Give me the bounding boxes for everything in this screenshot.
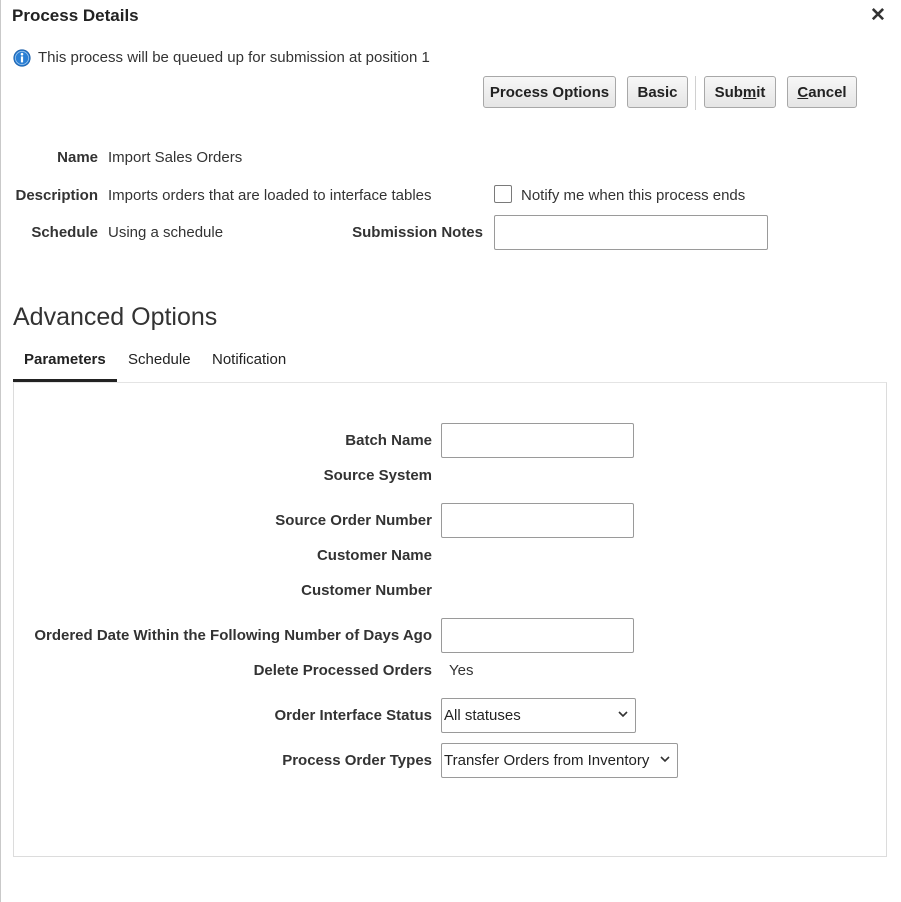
ordered-date-days-label: Ordered Date Within the Following Number… bbox=[34, 627, 432, 644]
basic-button[interactable]: Basic bbox=[627, 76, 688, 108]
customer-number-label: Customer Number bbox=[301, 582, 432, 599]
batch-name-label: Batch Name bbox=[345, 432, 432, 449]
order-interface-status-value: All statuses bbox=[444, 707, 521, 724]
info-message: This process will be queued up for submi… bbox=[38, 49, 430, 66]
submission-notes-label: Submission Notes bbox=[352, 224, 483, 241]
chevron-down-icon bbox=[618, 711, 628, 718]
name-value: Import Sales Orders bbox=[108, 149, 243, 166]
submission-notes-input[interactable] bbox=[494, 215, 768, 250]
description-value: Imports orders that are loaded to interf… bbox=[108, 187, 432, 204]
schedule-label: Schedule bbox=[31, 224, 98, 241]
submit-label-start: Sub bbox=[714, 83, 743, 101]
cancel-mnemonic: C bbox=[797, 83, 809, 101]
chevron-down-icon bbox=[660, 756, 670, 763]
description-label: Description bbox=[15, 187, 98, 204]
process-order-types-select[interactable]: Transfer Orders from Inventory bbox=[441, 743, 678, 778]
submit-button[interactable]: Sub m it bbox=[704, 76, 776, 108]
advanced-options-heading: Advanced Options bbox=[13, 303, 218, 331]
delete-processed-orders-label: Delete Processed Orders bbox=[253, 662, 432, 679]
dialog-left-edge bbox=[0, 0, 1, 902]
cancel-button[interactable]: Cancel bbox=[787, 76, 857, 108]
source-system-label: Source System bbox=[323, 467, 432, 484]
notify-label[interactable]: Notify me when this process ends bbox=[521, 187, 745, 204]
cancel-label-end: ancel bbox=[808, 83, 847, 101]
toolbar-separator bbox=[695, 76, 696, 110]
dialog-title: Process Details bbox=[12, 6, 139, 25]
submit-mnemonic: m bbox=[742, 83, 757, 101]
close-icon[interactable]: ✕ bbox=[870, 6, 886, 26]
process-order-types-value: Transfer Orders from Inventory bbox=[444, 752, 650, 769]
process-options-button[interactable]: Process Options bbox=[483, 76, 616, 108]
process-order-types-label: Process Order Types bbox=[282, 752, 432, 769]
batch-name-input[interactable] bbox=[441, 423, 634, 458]
schedule-value: Using a schedule bbox=[108, 224, 224, 241]
order-interface-status-label: Order Interface Status bbox=[274, 707, 432, 724]
customer-name-label: Customer Name bbox=[316, 547, 432, 564]
tab-parameters[interactable]: Parameters bbox=[24, 351, 106, 368]
ordered-date-days-input[interactable] bbox=[441, 618, 634, 653]
tab-notification[interactable]: Notification bbox=[212, 351, 286, 368]
source-order-number-label: Source Order Number bbox=[275, 512, 432, 529]
tab-schedule[interactable]: Schedule bbox=[128, 351, 191, 368]
submit-label-end: it bbox=[756, 83, 766, 101]
order-interface-status-select[interactable]: All statuses bbox=[441, 698, 636, 733]
source-order-number-input[interactable] bbox=[441, 503, 634, 538]
name-label: Name bbox=[57, 149, 98, 166]
delete-processed-orders-value: Yes bbox=[449, 662, 474, 679]
info-icon bbox=[13, 49, 31, 67]
notify-checkbox[interactable] bbox=[494, 185, 512, 203]
